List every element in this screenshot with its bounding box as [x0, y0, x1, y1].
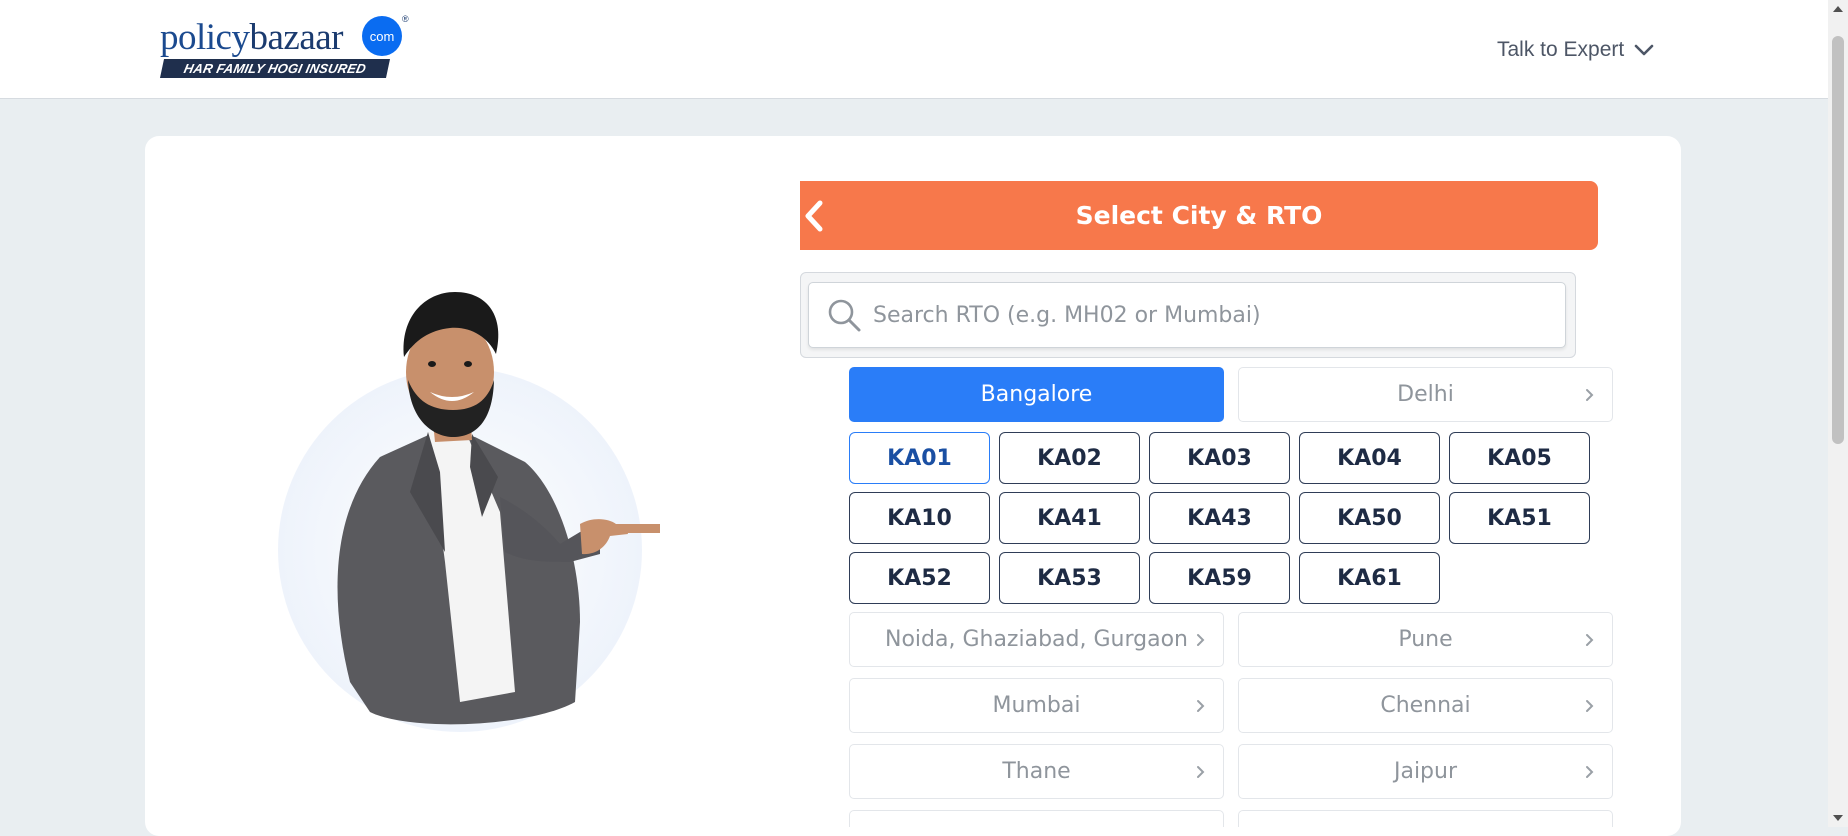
rto-button-ka03[interactable]: KA03: [1149, 432, 1290, 484]
logo-com-badge: com: [362, 16, 402, 56]
policybazaar-logo[interactable]: policybazaar com ® HAR FAMILY HOGI INSUR…: [159, 14, 410, 80]
rto-button-ka52[interactable]: KA52: [849, 552, 990, 604]
city-label: Mumbai: [992, 693, 1081, 718]
city-button-bangalore[interactable]: Bangalore: [849, 367, 1224, 422]
city-label: Noida, Ghaziabad, Gurgaon: [885, 627, 1188, 652]
scroll-up-arrow-icon[interactable]: [1828, 0, 1848, 18]
city-label: Thane: [1002, 759, 1071, 784]
city-button-delhi[interactable]: Delhi: [1238, 367, 1613, 422]
chevron-right-icon: [1197, 766, 1205, 778]
scroll-down-arrow-icon[interactable]: [1828, 809, 1848, 827]
rto-button-ka04[interactable]: KA04: [1299, 432, 1440, 484]
city-label: Pune: [1398, 627, 1453, 652]
rto-search-container: [800, 272, 1576, 358]
logo-wordmark: policybazaar: [160, 17, 343, 58]
rto-button-ka41[interactable]: KA41: [999, 492, 1140, 544]
chevron-right-icon: [1586, 766, 1594, 778]
rto-button-ka43[interactable]: KA43: [1149, 492, 1290, 544]
rto-button-ka01[interactable]: KA01: [849, 432, 990, 484]
chevron-right-icon: [1586, 389, 1594, 401]
city-button-next-row-left[interactable]: [849, 810, 1224, 827]
city-button-next-row-right[interactable]: [1238, 810, 1613, 827]
city-label: Delhi: [1397, 382, 1454, 407]
rto-search-box[interactable]: [808, 282, 1566, 348]
chevron-right-icon: [1197, 700, 1205, 712]
scroll-thumb[interactable]: [1832, 36, 1844, 444]
rto-button-ka02[interactable]: KA02: [999, 432, 1140, 484]
logo-registered-mark: ®: [402, 14, 409, 24]
search-icon: [828, 299, 861, 332]
rto-button-ka53[interactable]: KA53: [999, 552, 1140, 604]
city-button-chennai[interactable]: Chennai: [1238, 678, 1613, 733]
city-button-pune[interactable]: Pune: [1238, 612, 1613, 667]
city-label: Jaipur: [1393, 759, 1458, 784]
chevron-left-icon[interactable]: [800, 199, 830, 233]
city-button-noida-ghaziabad-gurgaon[interactable]: Noida, Ghaziabad, Gurgaon: [849, 612, 1224, 667]
rto-button-ka51[interactable]: KA51: [1449, 492, 1590, 544]
chevron-down-icon: [1634, 44, 1654, 56]
rto-button-ka05[interactable]: KA05: [1449, 432, 1590, 484]
city-button-jaipur[interactable]: Jaipur: [1238, 744, 1613, 799]
chevron-right-icon: [1586, 700, 1594, 712]
rto-button-ka50[interactable]: KA50: [1299, 492, 1440, 544]
select-city-rto-header: Select City & RTO: [800, 181, 1598, 250]
talk-to-expert-label: Talk to Expert: [1497, 38, 1625, 61]
chevron-right-icon: [1586, 634, 1594, 646]
panel-title: Select City & RTO: [1075, 201, 1323, 230]
chevron-right-icon: [1197, 634, 1205, 646]
page-scrollbar[interactable]: [1828, 0, 1848, 827]
logo-tagline: HAR FAMILY HOGI INSURED: [159, 59, 391, 78]
brand-ambassador-illustration: [278, 292, 660, 732]
rto-button-ka61[interactable]: KA61: [1299, 552, 1440, 604]
site-header: policybazaar com ® HAR FAMILY HOGI INSUR…: [0, 0, 1828, 99]
rto-search-input[interactable]: [873, 293, 1553, 337]
city-label: Bangalore: [980, 382, 1093, 407]
city-button-mumbai[interactable]: Mumbai: [849, 678, 1224, 733]
rto-button-ka10[interactable]: KA10: [849, 492, 990, 544]
city-label: Chennai: [1380, 693, 1471, 718]
talk-to-expert-dropdown[interactable]: Talk to Expert: [1497, 36, 1654, 64]
rto-button-ka59[interactable]: KA59: [1149, 552, 1290, 604]
city-button-thane[interactable]: Thane: [849, 744, 1224, 799]
